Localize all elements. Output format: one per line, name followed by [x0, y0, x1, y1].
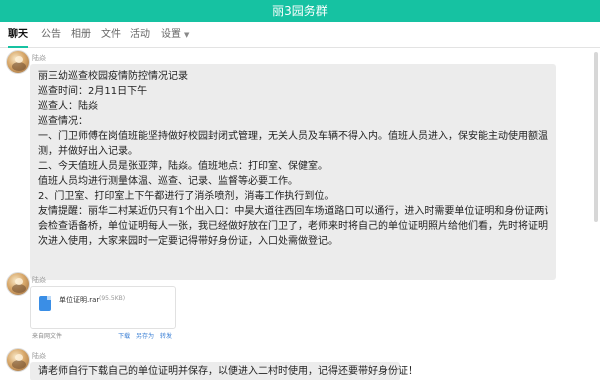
tab-bar: 聊天 公告 相册 文件 活动 设置 ▼: [0, 22, 600, 48]
archive-file-icon: [39, 296, 51, 311]
sender-name: 陆焱: [32, 352, 46, 360]
message-line: 一、门卫师傅在岗值班能坚持做好校园封闭式管理，无关人员及车辆不得入内。值班人员进…: [38, 131, 548, 142]
avatar[interactable]: [6, 272, 30, 296]
message-line: 会检查语备桥，单位证明每人一张，我已经做好放在门卫了，老师来时将自己的单位证明照…: [38, 221, 548, 232]
file-size: (95.5KB): [99, 295, 126, 302]
message-line: 次进入使用，大家来园时一定要记得带好身份证，入口处需做登记。: [38, 236, 338, 247]
tab-chat[interactable]: 聊天: [8, 22, 28, 48]
tab-announcement[interactable]: 公告: [41, 22, 61, 48]
message-line: 2、门卫室、打印室上下午都进行了消杀喷剂，消毒工作执行到位。: [38, 191, 335, 202]
message-line: 巡查人：陆焱: [38, 101, 98, 112]
save-as-link[interactable]: 另存为: [136, 333, 154, 340]
message-line: 巡查时间：2月11日下午: [38, 86, 148, 97]
tab-album[interactable]: 相册: [71, 22, 91, 48]
message-line: 二、今天值班人员是张亚萍，陆焱。值班地点：打印室、保健室。: [38, 161, 328, 172]
avatar[interactable]: [6, 50, 30, 74]
sender-name: 陆焱: [32, 276, 46, 284]
window-title: 丽3园务群: [0, 0, 600, 22]
sender-name: 陆焱: [32, 54, 46, 62]
message-line: 值班人员均进行测量体温、巡查、记录、监督等必要工作。: [38, 176, 298, 187]
scrollbar[interactable]: [594, 52, 598, 222]
file-status: 来自网文件: [32, 333, 63, 340]
file-actions: 下载 另存为 转发: [114, 331, 172, 340]
message-line: 友情提醒：丽华二村某近仍只有1个出入口：中昊大道往西回车场道路口可以通行，进入时…: [38, 206, 548, 217]
download-link[interactable]: 下载: [118, 333, 130, 340]
file-card[interactable]: 单位证明.rar (95.5KB): [30, 286, 176, 329]
message-line: 丽三幼巡查校园疫情防控情况记录: [38, 71, 188, 82]
message-line: 测，并做好出入记录。: [38, 146, 138, 157]
chat-area: 陆焱 丽三幼巡查校园疫情防控情况记录 巡查时间：2月11日下午 巡查人：陆焱 巡…: [0, 48, 600, 380]
message-line: 巡查情况：: [38, 116, 88, 127]
tab-files[interactable]: 文件: [101, 22, 121, 48]
message-bubble: 请老师自行下载自己的单位证明并保存，以便进入二村时使用，记得还要带好身份证！: [30, 362, 418, 380]
avatar[interactable]: [6, 348, 30, 372]
file-name: 单位证明.rar: [59, 296, 100, 304]
tab-activity[interactable]: 活动: [130, 22, 150, 48]
forward-link[interactable]: 转发: [160, 333, 172, 340]
message-bubble: 丽三幼巡查校园疫情防控情况记录 巡查时间：2月11日下午 巡查人：陆焱 巡查情况…: [30, 64, 556, 280]
tab-settings[interactable]: 设置 ▼: [161, 22, 189, 48]
chevron-down-icon: ▼: [184, 31, 190, 39]
